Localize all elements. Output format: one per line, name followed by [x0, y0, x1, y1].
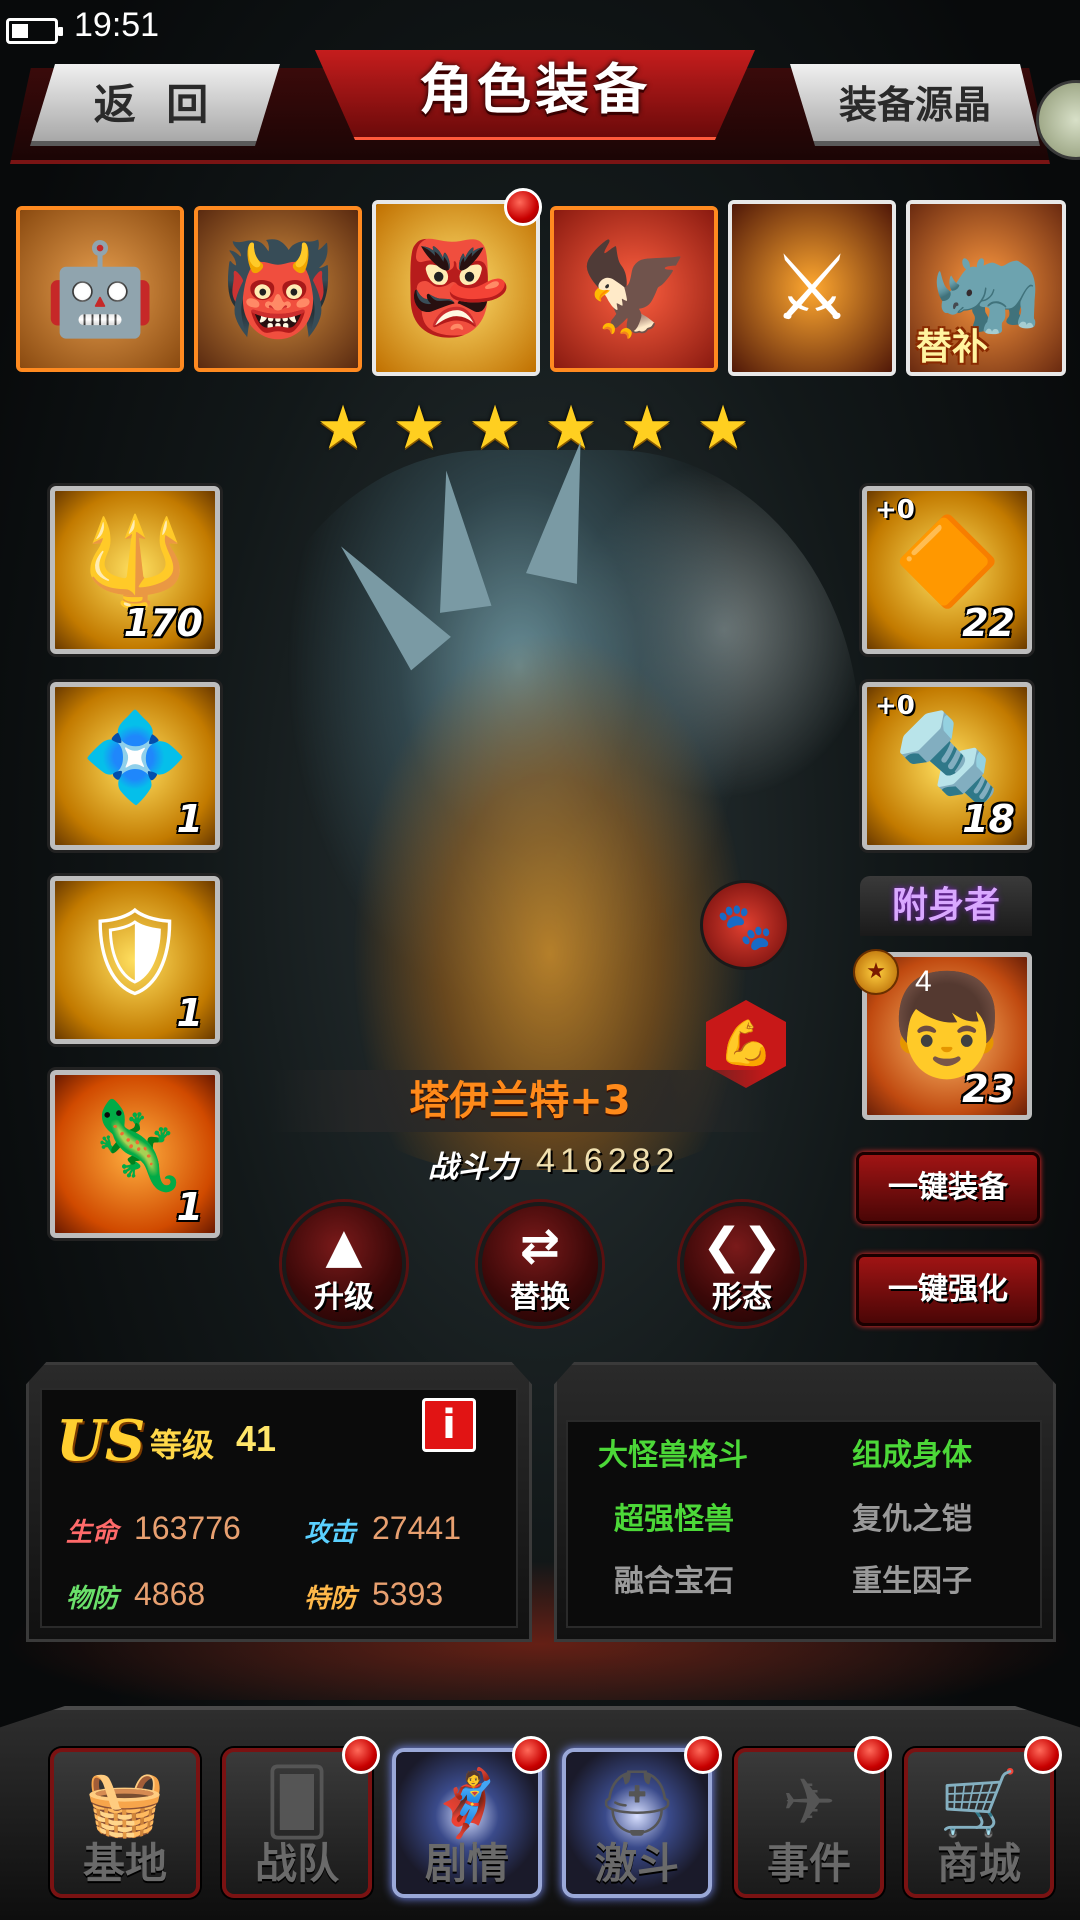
nav-label: 激斗	[594, 1839, 679, 1888]
star-icon: ★	[620, 393, 674, 463]
hp-value: 163776	[134, 1510, 241, 1546]
star-icon: ★	[316, 393, 370, 463]
skill-3[interactable]: 超强怪兽	[614, 1494, 734, 1538]
possessor-count: 23	[962, 1067, 1015, 1111]
equipment-crystal-button[interactable]: 装备源晶	[790, 64, 1040, 146]
status-bar: 19:51	[0, 0, 1080, 50]
armored-knight-monster-icon: ⚔	[732, 204, 892, 372]
equip-count: 18	[962, 797, 1015, 841]
physical-defense-label: 物防	[66, 1584, 119, 1614]
skill-2[interactable]: 组成身体	[852, 1430, 972, 1474]
special-defense-label: 特防	[304, 1584, 357, 1614]
arrow-up-icon: ▲	[325, 1218, 363, 1274]
character-name: 塔伊兰特+3	[409, 1078, 631, 1124]
upgrade-label: 升级	[314, 1280, 374, 1315]
team-roster: 🤖 👹 👺 🦅 ⚔ 🦏 替补	[16, 200, 1076, 376]
skill-6[interactable]: 重生因子	[852, 1556, 972, 1600]
nav-battle[interactable]: ⛑ 激斗	[562, 1748, 712, 1898]
possessor-level: 4	[915, 965, 932, 998]
paw-icon[interactable]: 🐾	[700, 880, 790, 970]
notification-dot	[342, 1736, 380, 1774]
equip-slot-weapon[interactable]: 🔱 170	[50, 486, 220, 654]
clock: 19:51	[74, 6, 160, 44]
possessor-slot[interactable]: 👦 ★ 4 23	[853, 949, 1032, 1120]
blue-mace-icon: 🔱	[81, 512, 189, 612]
gold-armor-icon: 🛡	[80, 902, 190, 1002]
roster-slot-4[interactable]: 🦅	[550, 206, 718, 372]
blue-crystal-ring-icon: 💠	[81, 708, 189, 808]
equip-count: 170	[123, 601, 203, 645]
level-value: 41	[236, 1418, 277, 1459]
roster-slot-5[interactable]: ⚔	[728, 200, 896, 376]
hp-label: 生命	[66, 1518, 119, 1548]
equip-count: 22	[962, 601, 1015, 645]
roster-slot-1[interactable]: 🤖	[16, 206, 184, 372]
golden-monster-icon: 👺	[376, 204, 536, 372]
robot-monster-icon: 🤖	[20, 210, 180, 368]
star-icon: ★	[468, 393, 522, 463]
gold-shard-icon: 🔶	[893, 512, 1001, 612]
equip-count: 1	[176, 991, 203, 1035]
equip-all-button[interactable]: 一键装备	[856, 1152, 1040, 1224]
bird-monster-icon: 🦅	[554, 210, 714, 368]
possessor-label: 附身者	[860, 876, 1032, 936]
equip-count: 1	[176, 797, 203, 841]
power-value: 416282	[536, 1142, 680, 1180]
replace-label: 替换	[510, 1280, 570, 1315]
medal-icon: ★	[853, 949, 899, 995]
battery-icon	[6, 18, 63, 44]
drill-gauntlet-icon: 🔩	[893, 708, 1001, 808]
nav-label: 战队	[254, 1839, 339, 1888]
skill-5[interactable]: 融合宝石	[614, 1556, 734, 1600]
nav-base[interactable]: 🧺 基地	[50, 1748, 200, 1898]
form-button[interactable]: ❮❯ 形态	[680, 1202, 804, 1326]
form-label: 形态	[712, 1280, 772, 1315]
back-button[interactable]: 返 回	[30, 64, 280, 146]
equip-slot-shard[interactable]: +0 🔶 22	[862, 486, 1032, 654]
notification-dot	[684, 1736, 722, 1774]
page-title: 角色装备	[419, 58, 651, 121]
physical-defense-value: 4868	[134, 1576, 206, 1612]
nav-label: 商城	[936, 1839, 1021, 1888]
roster-slot-6[interactable]: 🦏 替补	[906, 200, 1066, 376]
info-button[interactable]: i	[422, 1398, 476, 1452]
blue-claw-icon: 🦎	[81, 1096, 189, 1196]
level-label: 等级	[150, 1426, 215, 1464]
plane-icon: ✈	[782, 1766, 836, 1840]
form-chevrons-icon: ❮❯	[701, 1218, 783, 1274]
equip-slot-armor[interactable]: 🛡 1	[50, 876, 220, 1044]
attack-label: 攻击	[304, 1518, 357, 1548]
nav-label: 事件	[766, 1839, 851, 1888]
cards-icon: 🂠	[264, 1766, 330, 1840]
substitute-tag: 替补	[916, 327, 989, 368]
special-defense-value: 5393	[372, 1576, 444, 1612]
equip-slot-gauntlet[interactable]: +0 🔩 18	[862, 682, 1032, 850]
equip-slot-claw[interactable]: 🦎 1	[50, 1070, 220, 1238]
attack-value: 27441	[372, 1510, 461, 1546]
gold-demon-monster-icon: 👹	[198, 210, 358, 368]
rank-badge: US	[56, 1408, 146, 1474]
power-label: 战斗力	[428, 1150, 518, 1185]
skill-4[interactable]: 复仇之铠	[852, 1494, 972, 1538]
star-icon: ★	[392, 393, 446, 463]
swap-icon: ⇄	[519, 1218, 561, 1274]
equip-count: 1	[176, 1185, 203, 1229]
notification-dot	[504, 188, 542, 226]
equip-slot-ring[interactable]: 💠 1	[50, 682, 220, 850]
nav-label: 基地	[82, 1839, 167, 1888]
notification-dot	[854, 1736, 892, 1774]
notification-dot	[1024, 1736, 1062, 1774]
replace-button[interactable]: ⇄ 替换	[478, 1202, 602, 1326]
roster-slot-2[interactable]: 👹	[194, 206, 362, 372]
star-icon: ★	[696, 393, 750, 463]
strengthen-all-button[interactable]: 一键强化	[856, 1254, 1040, 1326]
roster-slot-3[interactable]: 👺	[372, 200, 540, 376]
notification-dot	[512, 1736, 550, 1774]
upgrade-button[interactable]: ▲ 升级	[282, 1202, 406, 1326]
skill-1[interactable]: 大怪兽格斗	[598, 1430, 748, 1474]
nav-label: 剧情	[424, 1839, 509, 1888]
